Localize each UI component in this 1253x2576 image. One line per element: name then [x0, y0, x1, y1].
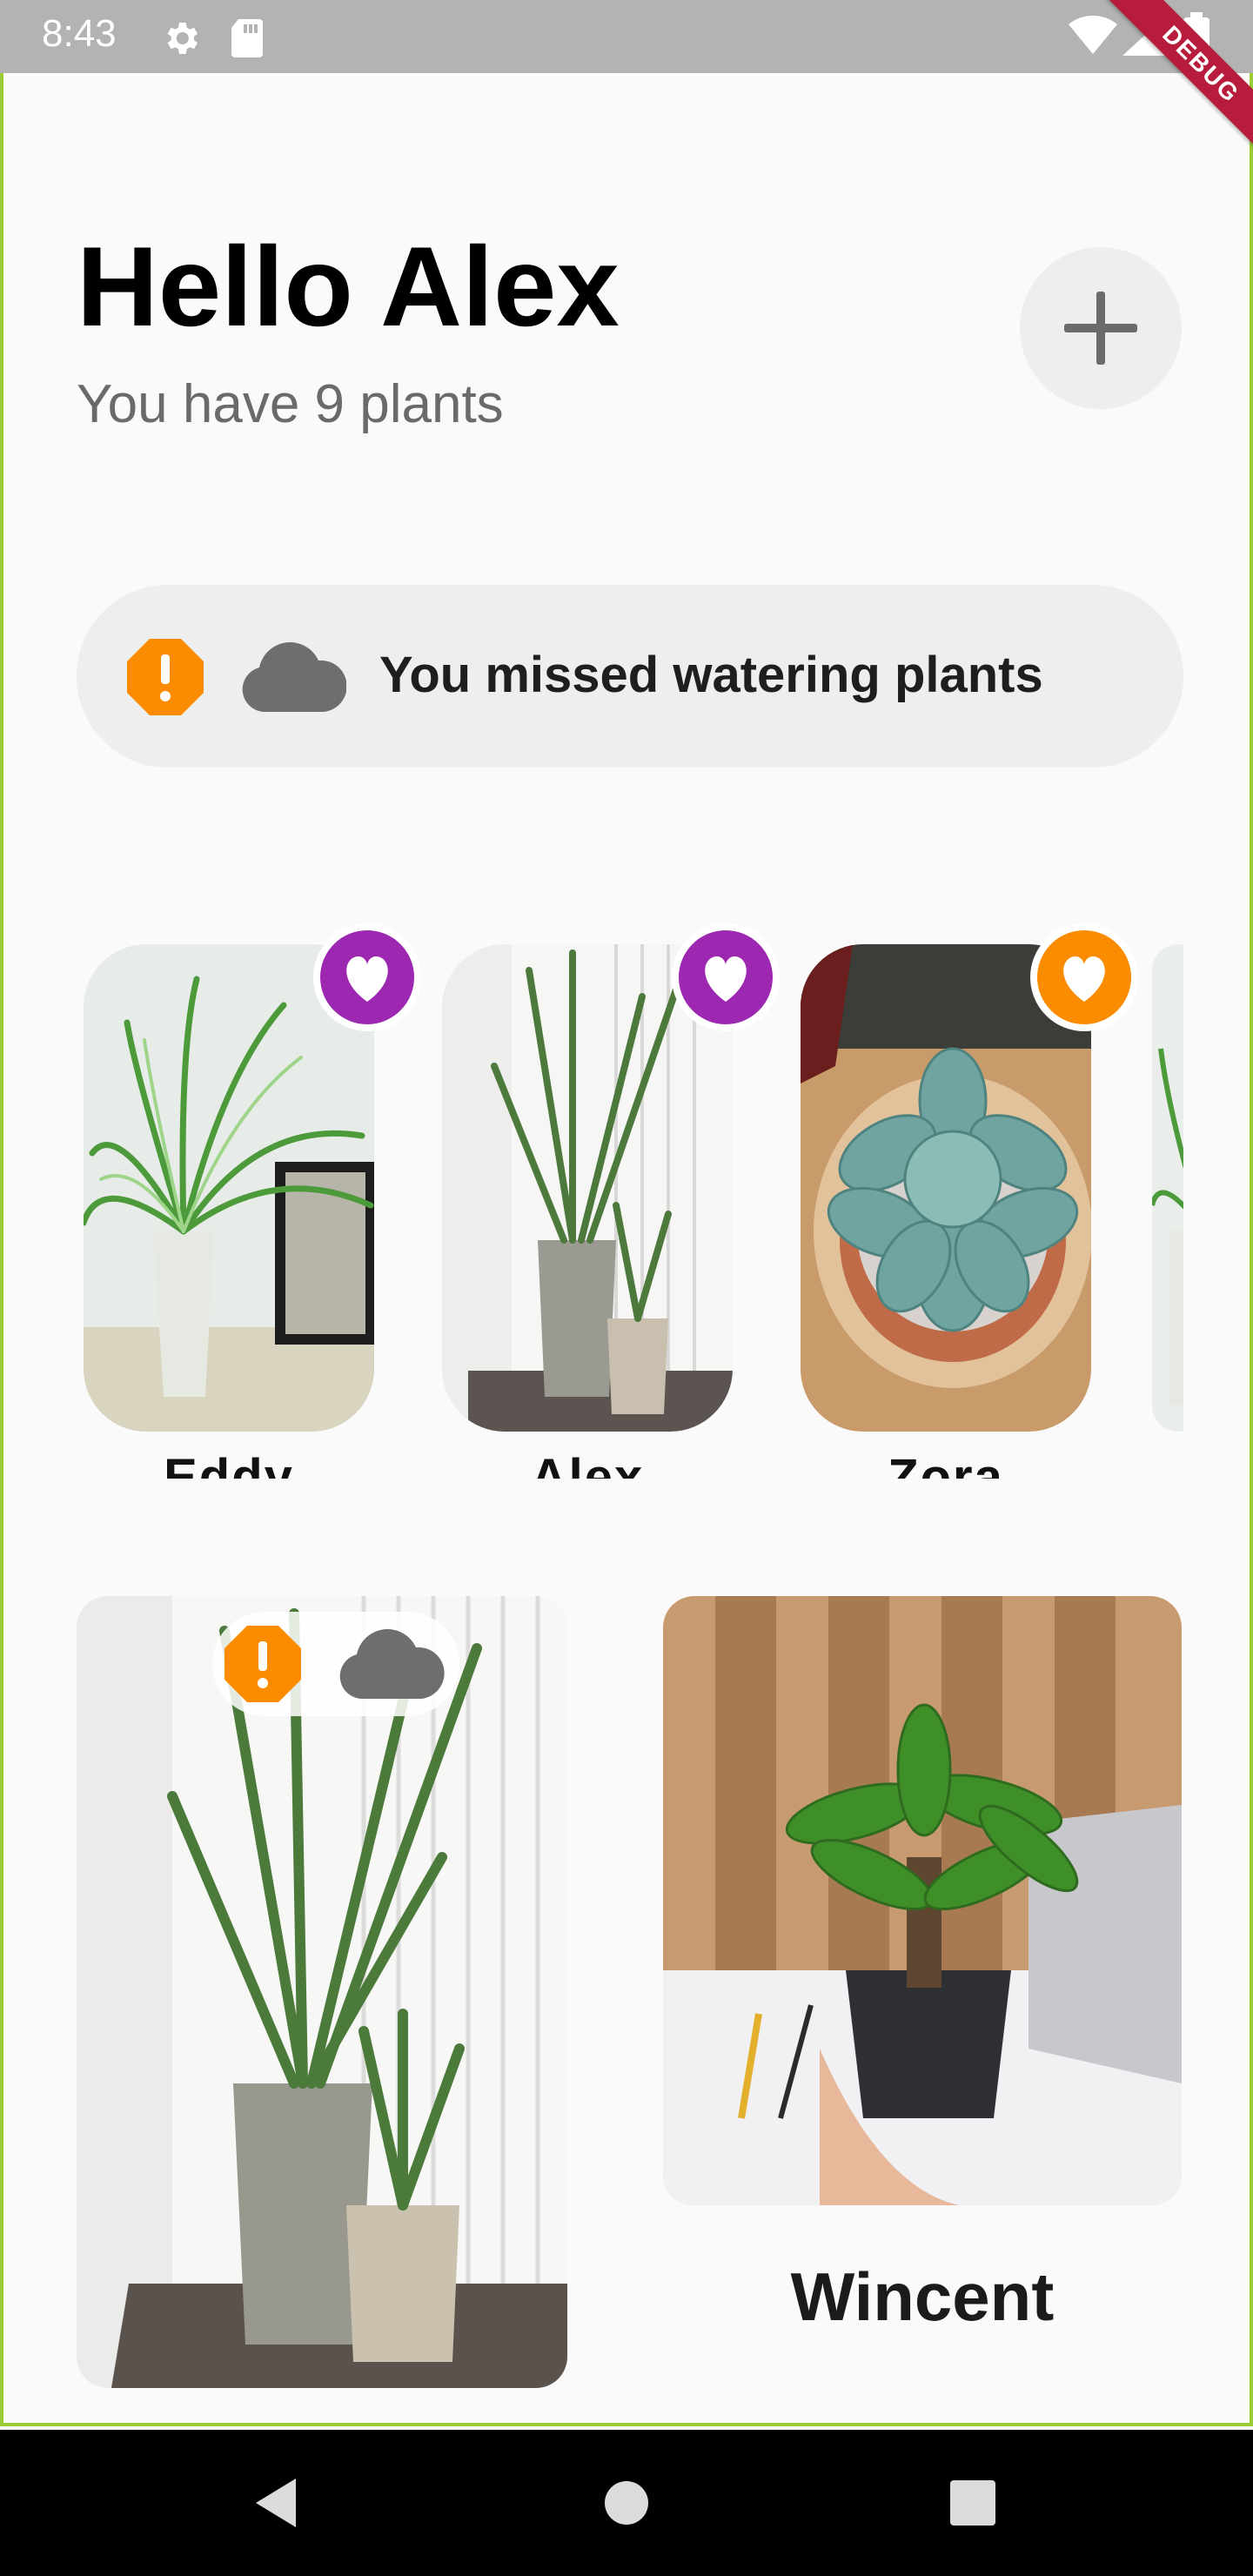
app-screen: Hello Alex You have 9 plants You missed … [0, 73, 1253, 2426]
recents-icon[interactable] [948, 2479, 997, 2527]
plant-name: Zora [888, 1449, 1004, 1479]
plant-card-wincent[interactable] [663, 1596, 1182, 2205]
favorite-plants-list[interactable]: Eddy Alex Zora [77, 869, 1183, 1479]
watering-alert[interactable]: You missed watering plants [77, 585, 1183, 768]
favorite-badge[interactable] [313, 923, 421, 1031]
back-icon[interactable] [252, 2477, 298, 2529]
plant-name: Alex [530, 1449, 645, 1479]
plant-photo-wincent [663, 1596, 1182, 2205]
signal-icon [1122, 17, 1164, 56]
cloud-icon [242, 642, 346, 712]
home-icon[interactable] [602, 2479, 651, 2527]
plant-count-subtitle: You have 9 plants [77, 374, 504, 434]
alert-message: You missed watering plants [379, 647, 1043, 703]
plant-name: Eddy [164, 1449, 294, 1479]
add-plant-button[interactable] [1020, 247, 1182, 409]
favorite-badge[interactable] [672, 923, 780, 1031]
battery-icon [1183, 12, 1209, 59]
sd-card-icon [231, 19, 263, 57]
cloud-icon [339, 1629, 445, 1699]
heart-icon [1063, 956, 1105, 1002]
settings-icon [167, 23, 198, 54]
warning-icon [127, 639, 204, 715]
plant-photo-partial [1152, 944, 1183, 1432]
heart-icon [705, 956, 747, 1002]
plant-name-wincent: Wincent [790, 2258, 1055, 2335]
status-time: 8:43 [42, 12, 117, 55]
greeting-title: Hello Alex [77, 223, 620, 350]
warning-icon [224, 1626, 301, 1702]
plant-card-alex[interactable]: Alex [435, 869, 780, 1479]
wifi-icon [1069, 15, 1117, 55]
system-nav-bar [0, 2430, 1253, 2576]
plant-status-pill [212, 1612, 459, 1716]
status-bar: 8:43 [0, 0, 1253, 73]
plant-card-partial[interactable] [1152, 869, 1183, 1432]
heart-icon [346, 956, 388, 1002]
plant-card-eddy[interactable]: Eddy [77, 869, 421, 1479]
favorite-badge[interactable] [1030, 923, 1138, 1031]
plant-card-zora[interactable]: Zora [794, 869, 1138, 1479]
